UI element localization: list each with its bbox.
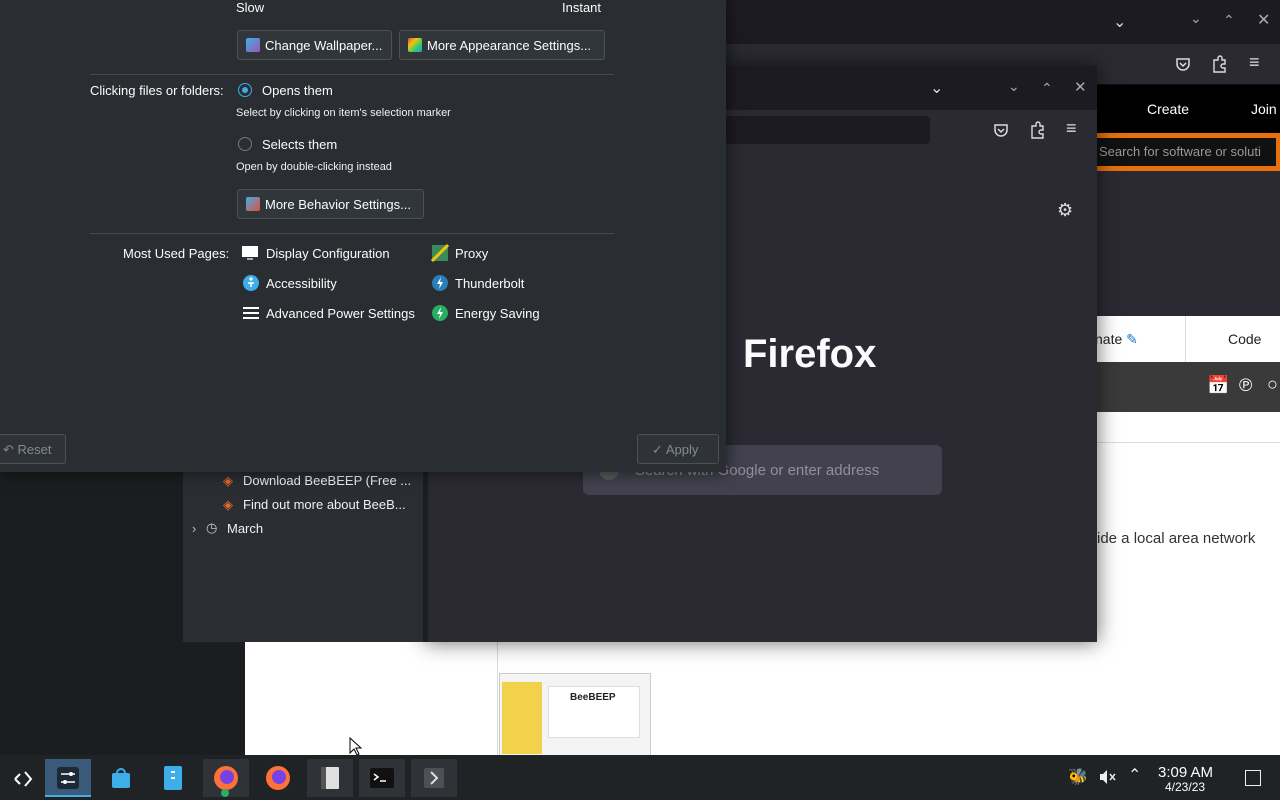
proxy-icon xyxy=(431,244,449,262)
beebeep-logo: BeeBEEP xyxy=(570,692,616,703)
accessibility-icon xyxy=(243,275,259,291)
system-settings-window: Slow Instant Change Wallpaper... More Ap… xyxy=(0,0,726,472)
history-item[interactable]: Download BeeBEEP (Free ... xyxy=(243,473,411,488)
wallpaper-icon xyxy=(246,38,260,52)
taskbar-discover[interactable] xyxy=(98,759,144,797)
site-tabs: nate ✎ Code xyxy=(1095,316,1280,362)
mouse-cursor xyxy=(349,737,363,756)
divider xyxy=(90,74,614,75)
clicking-files-label: Clicking files or folders: xyxy=(90,83,224,98)
firefox-icon xyxy=(266,766,290,790)
divider xyxy=(90,233,614,234)
history-folder-march[interactable]: March xyxy=(227,521,263,536)
slider-max-label: Instant xyxy=(562,0,602,15)
site-body-text: ide a local area network xyxy=(1097,530,1256,547)
tab-donate[interactable]: nate ✎ xyxy=(1095,331,1138,348)
beebeep-tray-icon[interactable]: 🐝 xyxy=(1068,767,1088,787)
opens-them-label[interactable]: Opens them xyxy=(262,83,333,98)
reset-icon: ↶ xyxy=(3,442,14,457)
gear-icon[interactable]: ⚙ xyxy=(1057,200,1073,221)
selects-them-label[interactable]: Selects them xyxy=(262,137,337,152)
change-wallpaper-button[interactable]: Change Wallpaper... xyxy=(237,30,392,60)
site-search-input[interactable]: Search for software or soluti xyxy=(1097,138,1276,166)
site-header-block xyxy=(1095,171,1280,316)
menu-icon[interactable]: ≡ xyxy=(1066,118,1077,139)
chevron-right-icon xyxy=(424,768,444,788)
taskbar-notes[interactable] xyxy=(307,759,353,797)
pocket-icon[interactable] xyxy=(1175,56,1191,72)
new-badge-icon xyxy=(221,789,229,797)
chevron-down-icon[interactable]: ⌄ xyxy=(930,78,943,98)
nav-create-link[interactable]: Create xyxy=(1147,101,1189,117)
most-used-pages-label: Most Used Pages: xyxy=(123,246,230,261)
taskbar-app[interactable] xyxy=(411,759,457,797)
taskbar-firefox-2[interactable] xyxy=(255,759,301,797)
clock-date[interactable]: 4/23/23 xyxy=(1165,780,1205,794)
taskbar-system-settings[interactable] xyxy=(45,759,91,797)
volume-muted-icon[interactable] xyxy=(1098,769,1116,785)
clock-time[interactable]: 3:09 AM xyxy=(1158,764,1213,781)
clock-icon: ◷ xyxy=(206,520,218,535)
app-launcher-button[interactable] xyxy=(0,759,46,797)
behavior-icon xyxy=(246,197,260,211)
book-icon xyxy=(321,767,339,789)
more-behavior-settings-button[interactable]: More Behavior Settings... xyxy=(237,189,424,219)
extensions-icon[interactable] xyxy=(1211,55,1227,73)
extensions-icon[interactable] xyxy=(1029,121,1045,139)
menu-icon[interactable]: ≡ xyxy=(1249,52,1260,73)
slider-min-label: Slow xyxy=(236,0,265,15)
tab-code[interactable]: Code xyxy=(1228,331,1261,347)
url-bar[interactable] xyxy=(725,116,930,144)
library-splitter[interactable] xyxy=(423,470,428,642)
site-toolbar: 📅 ℗ ○ xyxy=(1095,362,1280,412)
minimize-icon[interactable]: ⌄ xyxy=(1190,10,1202,27)
minimize-icon[interactable]: ⌄ xyxy=(1008,78,1020,95)
firefox-wordmark: Firefox xyxy=(743,332,877,376)
selects-them-hint: Open by double-clicking instead xyxy=(236,161,392,173)
selects-them-radio[interactable] xyxy=(238,137,252,151)
terminal-icon xyxy=(370,768,394,788)
close-icon[interactable]: ✕ xyxy=(1257,10,1270,30)
calendar-icon[interactable]: 📅 xyxy=(1207,375,1229,396)
chevron-down-icon[interactable]: ⌄ xyxy=(1113,12,1126,32)
reset-button[interactable]: ↶ Reset xyxy=(0,434,66,464)
opens-them-hint: Select by clicking on item's selection m… xyxy=(236,107,451,119)
nav-join-link[interactable]: Join xyxy=(1251,101,1277,117)
appearance-icon xyxy=(408,38,422,52)
check-icon: ✓ xyxy=(652,442,663,457)
chevron-up-icon[interactable]: ⌃ xyxy=(1128,765,1141,785)
pocket-icon[interactable] xyxy=(993,122,1009,138)
taskbar: 🐝 ⌃ 3:09 AM 4/23/23 xyxy=(0,755,1280,800)
history-item-icon: ◈ xyxy=(223,497,233,512)
close-icon[interactable]: ✕ xyxy=(1074,78,1087,96)
maximize-icon[interactable]: ⌃ xyxy=(1223,12,1235,29)
taskbar-konsole[interactable] xyxy=(359,759,405,797)
file-manager-icon xyxy=(164,766,182,790)
history-item-icon: ◈ xyxy=(223,473,233,488)
settings-sliders-icon xyxy=(57,767,79,789)
chevron-right-icon[interactable]: › xyxy=(192,521,196,536)
launcher-icon xyxy=(14,771,33,787)
list-icon xyxy=(243,307,259,319)
rss-icon[interactable]: ℗ xyxy=(1239,375,1252,396)
thunderbolt-icon xyxy=(432,275,448,291)
show-desktop-button[interactable] xyxy=(1245,770,1261,786)
display-icon xyxy=(242,246,258,260)
search-icon[interactable]: ○ xyxy=(1267,374,1278,395)
shopping-bag-icon xyxy=(112,768,130,788)
more-appearance-settings-button[interactable]: More Appearance Settings... xyxy=(399,30,605,60)
apply-button[interactable]: ✓ Apply xyxy=(637,434,719,464)
taskbar-dolphin[interactable] xyxy=(150,759,196,797)
maximize-icon[interactable]: ⌃ xyxy=(1041,80,1053,97)
energy-icon xyxy=(432,305,448,321)
firefox-icon xyxy=(214,766,238,790)
screenshot-thumbnail[interactable]: BeeBEEP xyxy=(499,673,651,757)
library-window: ◈ Download BeeBEEP (Free ... ◈ Find out … xyxy=(183,470,428,642)
external-link-icon: ✎ xyxy=(1126,331,1138,347)
history-item[interactable]: Find out more about BeeB... xyxy=(243,497,406,512)
taskbar-firefox-1[interactable] xyxy=(203,759,249,797)
opens-them-radio[interactable] xyxy=(238,83,252,97)
